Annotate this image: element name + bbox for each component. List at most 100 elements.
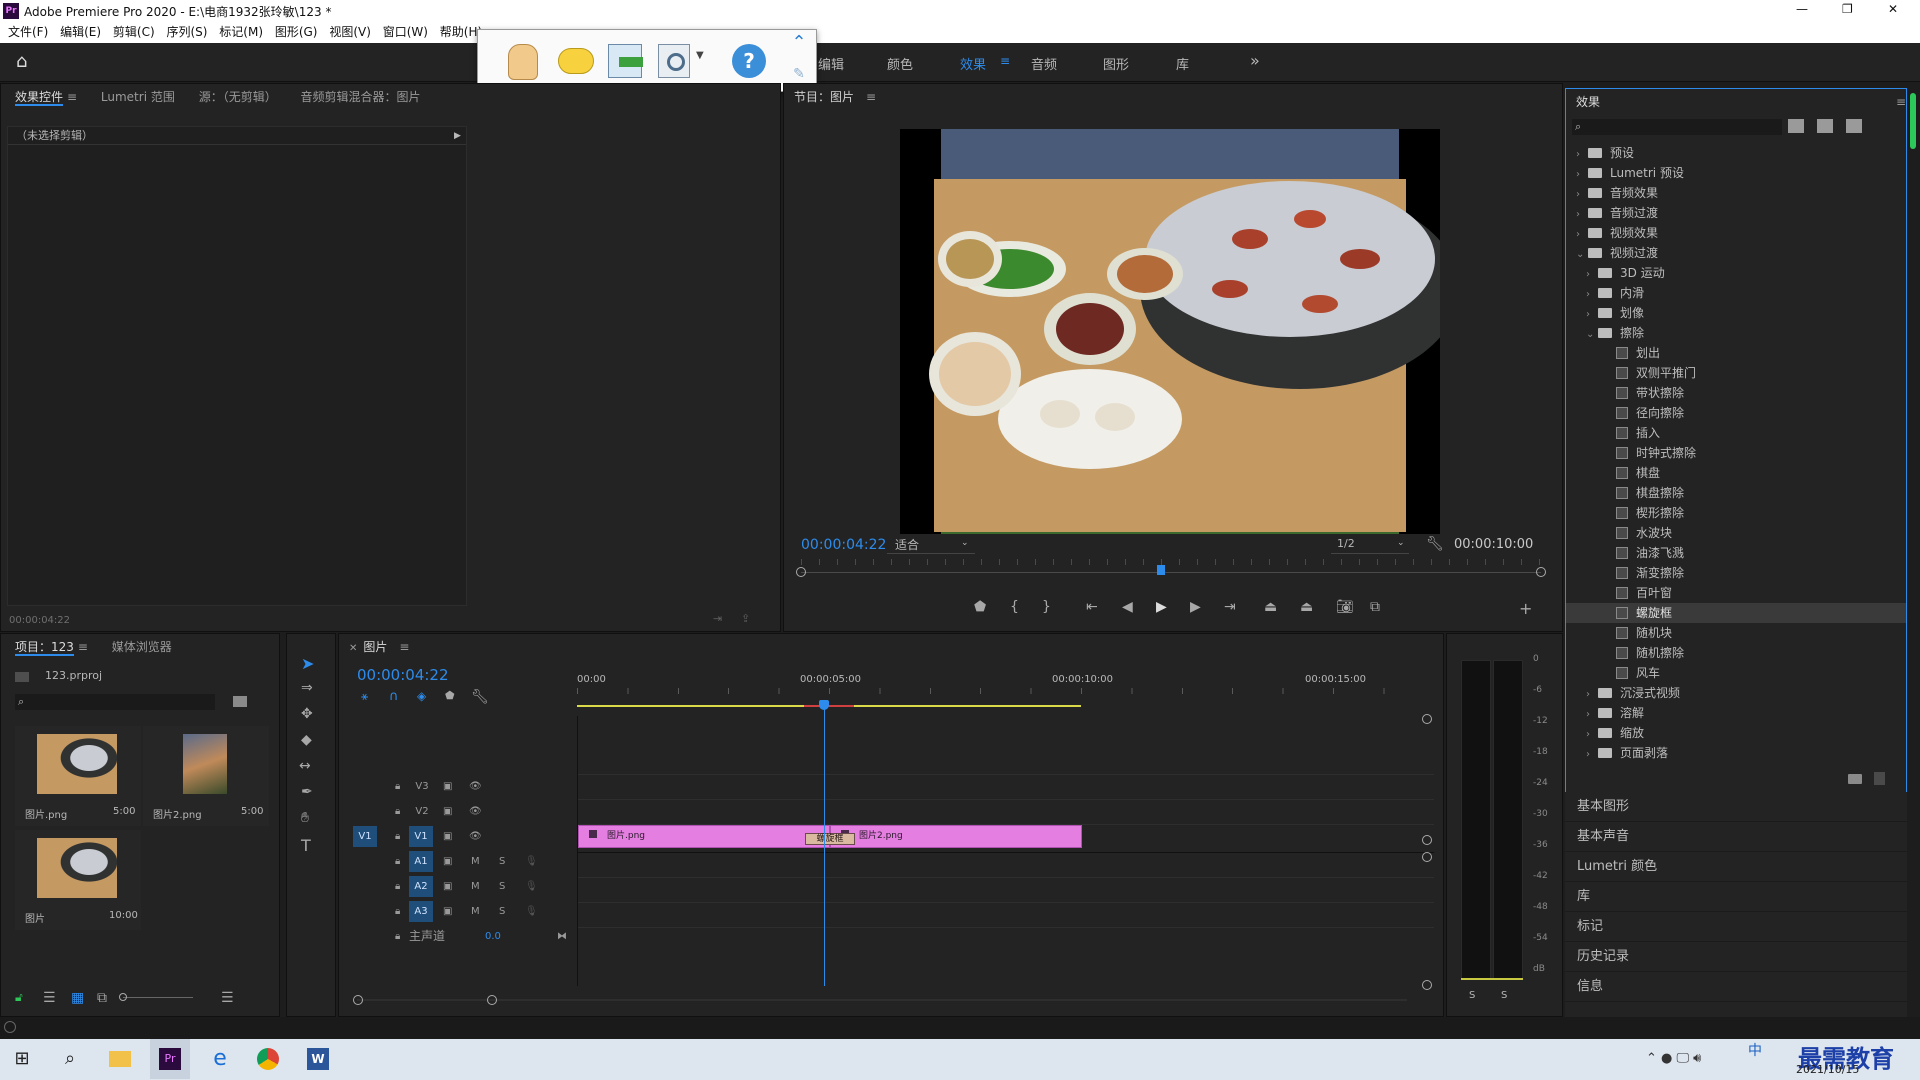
scrubber-start-handle[interactable] bbox=[796, 567, 806, 577]
chevron-right-icon[interactable]: › bbox=[1586, 265, 1598, 285]
scrubber-end-handle[interactable] bbox=[1536, 567, 1546, 577]
tab-menu-icon[interactable]: ≡ bbox=[78, 640, 88, 654]
mute-button[interactable]: M bbox=[471, 849, 480, 874]
new-bin-icon[interactable] bbox=[1848, 774, 1862, 784]
effect-item[interactable]: 螺旋框 bbox=[1566, 603, 1906, 623]
effect-folder[interactable]: › 音频过渡 bbox=[1566, 203, 1906, 223]
effect-folder[interactable]: › 音频效果 bbox=[1566, 183, 1906, 203]
history-panel[interactable]: 历史记录 bbox=[1565, 942, 1907, 972]
sync-lock-icon[interactable]: ▣ bbox=[443, 899, 452, 924]
menu-graphics[interactable]: 图形(G) bbox=[275, 25, 318, 39]
list-view-icon[interactable]: ☰ bbox=[43, 990, 56, 1006]
menu-window[interactable]: 窗口(W) bbox=[383, 25, 428, 39]
v-scroll-handle[interactable] bbox=[1422, 835, 1432, 845]
go-to-out-icon[interactable]: ⇥ bbox=[1224, 599, 1236, 615]
timeline-clip[interactable]: 图片.png bbox=[578, 825, 830, 848]
workspace-more-button[interactable]: » bbox=[1250, 51, 1260, 70]
slip-tool-icon[interactable]: ↔ bbox=[299, 758, 311, 774]
menu-help[interactable]: 帮助(H) bbox=[440, 25, 482, 39]
mic-icon[interactable]: 🎙︎ bbox=[525, 874, 538, 899]
timeline-ruler[interactable]: 00:00 00:00:05:00 00:00:10:00 00:00:15:0… bbox=[577, 674, 1433, 710]
close-icon[interactable]: ✕ bbox=[349, 643, 357, 654]
pen-tool-icon[interactable]: ✒ bbox=[301, 784, 313, 800]
lock-icon[interactable]: 🔒︎ bbox=[395, 849, 400, 874]
export-document-icon[interactable] bbox=[608, 44, 643, 78]
tab-lumetri-scopes[interactable]: Lumetri 范围 bbox=[101, 90, 175, 104]
effect-item[interactable]: 水波块 bbox=[1566, 523, 1906, 543]
go-to-in-icon[interactable]: ⇤ bbox=[1086, 599, 1098, 615]
extract-icon[interactable]: ⏏ bbox=[1300, 599, 1313, 615]
track-name[interactable]: A3 bbox=[409, 901, 433, 922]
export-frame-icon[interactable]: 📷︎ bbox=[1336, 599, 1354, 615]
edge-icon[interactable]: e bbox=[200, 1039, 240, 1079]
solo-left-button[interactable]: S bbox=[1469, 990, 1475, 1001]
eye-icon[interactable]: 👁︎ bbox=[469, 774, 482, 799]
workspace-color[interactable]: 颜色 bbox=[887, 54, 913, 73]
ime-indicator[interactable]: 中 bbox=[1748, 1040, 1762, 1060]
effect-item[interactable]: 棋盘 bbox=[1566, 463, 1906, 483]
solo-button[interactable]: S bbox=[499, 899, 505, 924]
sort-icon[interactable]: ☰ bbox=[221, 990, 234, 1006]
chevron-right-icon[interactable]: › bbox=[1576, 185, 1588, 205]
chevron-right-icon[interactable]: › bbox=[1576, 145, 1588, 165]
solo-button[interactable]: S bbox=[499, 849, 505, 874]
chrome-icon[interactable] bbox=[248, 1039, 288, 1079]
play-triangle-icon[interactable]: ▶ bbox=[454, 127, 461, 145]
chevron-right-icon[interactable]: › bbox=[1586, 305, 1598, 325]
lock-icon[interactable]: 🔓︎ bbox=[15, 990, 23, 1005]
delete-icon[interactable] bbox=[1874, 772, 1885, 785]
accelerated-effects-icon[interactable] bbox=[1788, 119, 1804, 133]
sync-lock-icon[interactable]: ▣ bbox=[443, 874, 452, 899]
lock-icon[interactable]: 🔒︎ bbox=[395, 774, 400, 799]
zoom-slider-handle[interactable] bbox=[119, 993, 127, 1001]
zoom-slider[interactable] bbox=[123, 997, 193, 998]
effect-item[interactable]: 风车 bbox=[1566, 663, 1906, 683]
track-select-tool-icon[interactable]: ⇒ bbox=[301, 680, 313, 696]
workspace-libraries[interactable]: 库 bbox=[1176, 54, 1189, 73]
add-marker-icon[interactable]: ⬟ bbox=[445, 689, 455, 702]
solo-button[interactable]: S bbox=[499, 874, 505, 899]
effect-folder[interactable]: › 视频效果 bbox=[1566, 223, 1906, 243]
windows-start-icon[interactable]: ⊞ bbox=[2, 1039, 42, 1079]
effect-folder[interactable]: › 溶解 bbox=[1566, 703, 1906, 723]
timeline-track-area[interactable]: 图片.png 图片2.png 螺旋框 bbox=[577, 700, 1434, 986]
hand-tool-icon[interactable] bbox=[508, 44, 538, 80]
h-scroll-handle[interactable] bbox=[353, 995, 363, 1005]
libraries-panel[interactable]: 库 bbox=[1565, 882, 1907, 912]
effect-item[interactable]: 带状擦除 bbox=[1566, 383, 1906, 403]
menu-file[interactable]: 文件(F) bbox=[8, 25, 48, 39]
effect-folder[interactable]: › 缩放 bbox=[1566, 723, 1906, 743]
workspace-menu-icon[interactable]: ≡ bbox=[1000, 54, 1010, 68]
chevron-right-icon[interactable]: › bbox=[1586, 285, 1598, 305]
effect-folder[interactable]: › 预设 bbox=[1566, 143, 1906, 163]
tab-source[interactable]: 源：（无剪辑） bbox=[199, 90, 277, 104]
menu-sequence[interactable]: 序列(S) bbox=[166, 25, 207, 39]
sync-lock-icon[interactable]: ▣ bbox=[443, 849, 452, 874]
new-search-bin-icon[interactable] bbox=[233, 696, 247, 707]
collapse-up-icon[interactable]: ⌃ bbox=[784, 32, 814, 58]
lift-icon[interactable]: ⏏ bbox=[1264, 599, 1277, 615]
program-menu-icon[interactable]: ≡ bbox=[866, 90, 876, 104]
wrench-icon[interactable]: 🔧︎ bbox=[1426, 536, 1444, 552]
source-patch-v1[interactable]: V1 bbox=[353, 826, 377, 847]
project-search[interactable]: ⌕ bbox=[15, 694, 215, 710]
resolution-dropdown[interactable]: 1/2 ⌄ bbox=[1331, 536, 1409, 554]
workspace-effects[interactable]: 效果 bbox=[960, 54, 986, 73]
marker-icon[interactable]: ⬟ bbox=[974, 599, 986, 615]
sync-lock-icon[interactable]: ▣ bbox=[443, 824, 452, 849]
effect-item[interactable]: 渐变擦除 bbox=[1566, 563, 1906, 583]
effect-folder[interactable]: › 划像 bbox=[1566, 303, 1906, 323]
hand-tool-icon[interactable]: ✋︎ bbox=[301, 810, 309, 826]
menu-view[interactable]: 视图(V) bbox=[329, 25, 371, 39]
tab-effect-controls[interactable]: 效果控件 bbox=[15, 90, 64, 106]
32bit-effects-icon[interactable] bbox=[1817, 119, 1833, 133]
linked-selection-icon[interactable]: ◈ bbox=[417, 689, 426, 703]
mark-in-icon[interactable]: { bbox=[1010, 599, 1019, 615]
program-monitor-title[interactable]: 节目：图片 bbox=[794, 90, 854, 104]
tab-sequence[interactable]: 图片 bbox=[363, 640, 387, 654]
minimize-button[interactable]: — bbox=[1796, 2, 1808, 16]
timeline-settings-icon[interactable]: 🔧︎ bbox=[471, 689, 489, 705]
effect-item[interactable]: 随机擦除 bbox=[1566, 643, 1906, 663]
project-item[interactable]: 图片2.png 5:00 bbox=[143, 726, 269, 826]
info-panel[interactable]: 信息 bbox=[1565, 972, 1907, 1002]
